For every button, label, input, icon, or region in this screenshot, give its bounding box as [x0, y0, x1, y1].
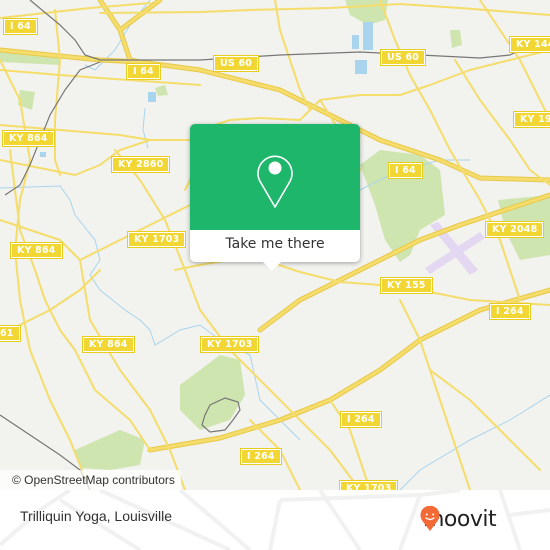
- road-shield: 61: [0, 325, 21, 342]
- road-shield: I 264: [340, 411, 382, 428]
- footer-bar: Trilliquin Yoga, Louisville moovit: [0, 490, 550, 550]
- road-shield: KY 864: [2, 130, 55, 147]
- park-area: [75, 430, 145, 470]
- popup-pointer: [262, 261, 282, 271]
- moovit-smile-pin-icon: [420, 506, 440, 531]
- airport: [425, 222, 485, 275]
- moovit-logo[interactable]: moovit: [420, 506, 497, 534]
- osm-attribution[interactable]: © OpenStreetMap contributors: [0, 470, 181, 490]
- road-shield: I 64: [3, 18, 38, 35]
- road-shield: US 60: [212, 55, 260, 72]
- road-shield: KY 155: [380, 277, 433, 294]
- park-area: [450, 30, 462, 48]
- map-pin-icon: [257, 155, 293, 208]
- park-area: [155, 85, 168, 96]
- place-name: Trilliquin Yoga, Louisville: [20, 508, 173, 524]
- road-shield: KY 1703: [338, 480, 399, 490]
- location-popup[interactable]: Take me there: [190, 124, 360, 271]
- road-shield: I 64: [388, 162, 423, 179]
- park-area: [180, 355, 245, 430]
- take-me-there-button[interactable]: Take me there: [190, 232, 360, 256]
- road-shield: KY 1703: [199, 336, 260, 353]
- road-shield: KY 2048: [484, 221, 545, 238]
- road-shield: US 60: [379, 49, 427, 66]
- road-shield: I 64: [126, 63, 161, 80]
- road-shield: I 264: [489, 303, 531, 320]
- road-shield: KY 864: [82, 336, 135, 353]
- road-shield: I 264: [240, 448, 282, 465]
- road-shield: KY 2860: [110, 156, 171, 173]
- road-shield: KY 1703: [126, 231, 187, 248]
- popup-header[interactable]: [190, 124, 360, 230]
- road-shield: KY 144: [509, 36, 550, 53]
- road-shield: KY 19: [513, 111, 550, 128]
- map[interactable]: I 64 I 64 US 60 US 60 KY 144 KY 19 KY 86…: [0, 0, 550, 490]
- road-shield: KY 864: [10, 242, 63, 259]
